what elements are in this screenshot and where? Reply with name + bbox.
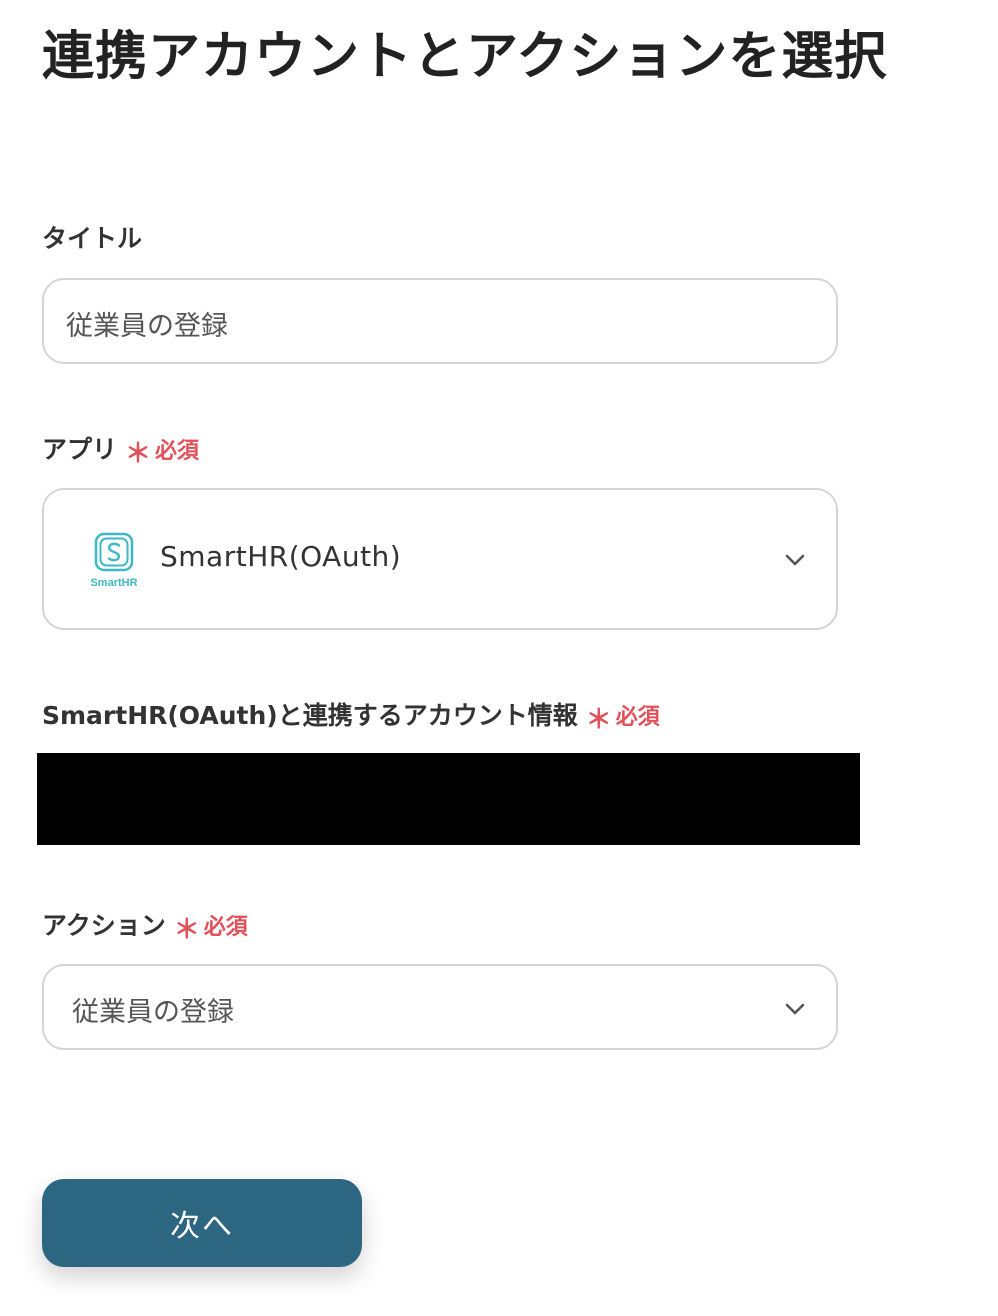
account-label-text: SmartHR(OAuth)と連携するアカウント情報 [42,701,578,730]
action-select[interactable]: 従業員の登録 [42,964,838,1050]
redacted-account-field[interactable] [37,753,860,845]
account-label: SmartHR(OAuth)と連携するアカウント情報 ＊ 必須 [42,699,660,735]
chevron-down-icon [785,1003,805,1015]
required-asterisk: ＊ [173,915,200,945]
action-label: アクション ＊ 必須 [42,909,248,945]
required-text: 必須 [615,705,660,730]
required-asterisk: ＊ [125,439,152,469]
page-title: 連携アカウントとアクションを選択 [42,27,888,87]
action-label-text: アクション [42,911,166,940]
required-text: 必須 [155,439,200,464]
app-label-text: アプリ [42,435,118,464]
required-asterisk: ＊ [585,705,612,735]
smarthr-logo-icon: SmartHR [84,530,144,590]
smarthr-logo-text: SmartHR [90,577,137,589]
required-badge: ＊ 必須 [174,909,248,945]
action-select-value: 従業員の登録 [72,997,234,1028]
title-label: タイトル [42,222,142,256]
app-select[interactable]: SmartHR SmartHR(OAuth) [42,488,838,630]
title-input[interactable]: 従業員の登録 [42,278,838,364]
chevron-down-icon [785,554,805,566]
required-text: 必須 [203,915,248,940]
required-badge: ＊ 必須 [586,699,660,735]
required-badge: ＊ 必須 [125,433,199,469]
app-select-value: SmartHR(OAuth) [160,540,402,573]
app-label: アプリ ＊ 必須 [42,433,199,469]
title-input-value: 従業員の登録 [66,311,228,342]
next-button[interactable]: 次へ [42,1179,362,1267]
title-label-text: タイトル [42,224,143,253]
